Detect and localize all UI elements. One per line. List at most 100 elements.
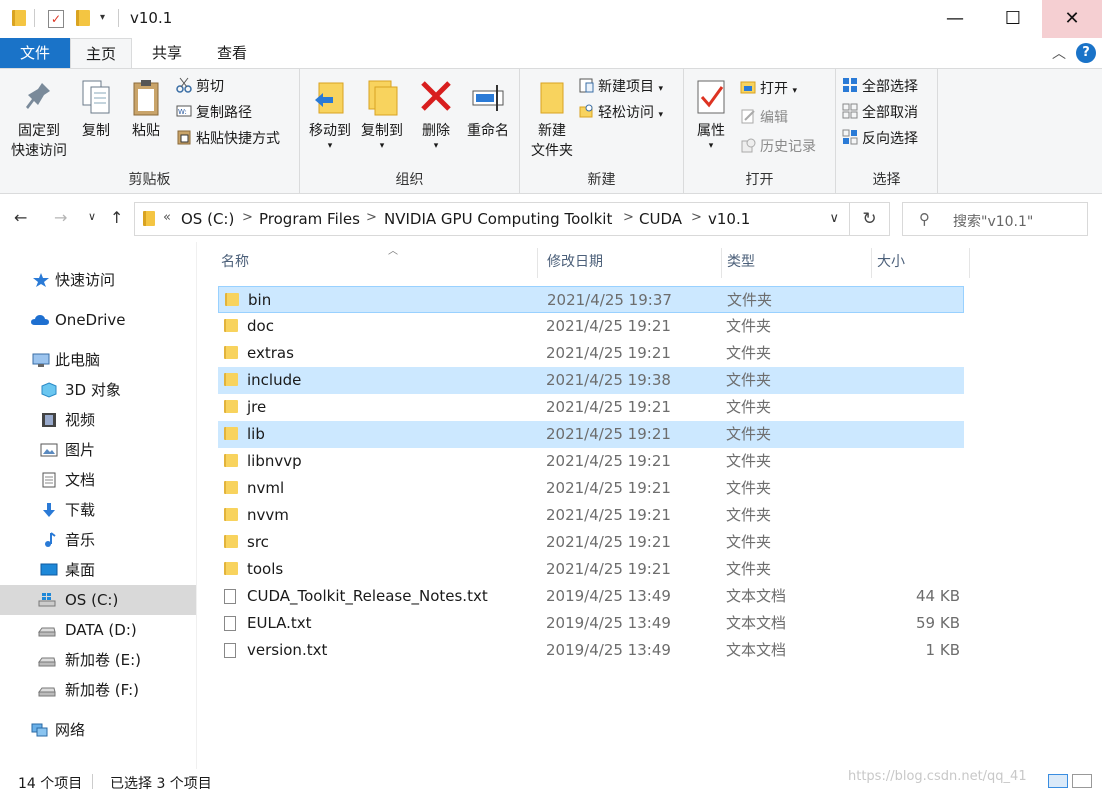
new-folder-button[interactable]: 新建 文件夹 [524,77,580,161]
move-to-button[interactable]: 移动到 ▾ [304,77,356,151]
file-row[interactable]: CUDA_Toolkit_Release_Notes.txt 2019/4/25 … [218,583,964,610]
close-button[interactable]: ✕ [1042,0,1102,38]
refresh-icon[interactable]: ↻ [850,202,890,236]
sidebar-item-music[interactable]: 音乐 [0,525,196,555]
new-group-label: 新建 [587,172,616,188]
back-arrow-icon[interactable]: ← [14,208,27,227]
breadcrumb-separator[interactable]: > [242,210,253,225]
tab-view[interactable]: 查看 [200,38,264,68]
address-history-chevron-icon[interactable]: ∨ [829,211,839,226]
minimize-button[interactable]: — [926,0,984,38]
item-count: 14 个项目 [18,776,83,792]
up-arrow-icon[interactable]: ↑ [110,208,123,227]
delete-label: 删除 [422,123,450,139]
select-none-button[interactable]: 全部取消 [842,101,918,125]
tab-share[interactable]: 共享 [136,38,198,68]
cut-button[interactable]: 剪切 [176,75,224,99]
forward-arrow-icon[interactable]: → [54,208,67,227]
search-input[interactable]: ⚲ 搜索"v10.1" [902,202,1088,236]
file-type: 文件夹 [726,398,772,416]
new-item-dropdown-icon: ▾ [658,84,663,94]
copy-button[interactable]: 复制 [76,77,116,141]
drive-icon [38,657,56,667]
picture-icon [40,443,58,457]
file-row[interactable]: extras 2021/4/25 19:21 文件夹 [218,340,964,367]
paste-shortcut-button[interactable]: 粘贴快捷方式 [176,127,280,151]
sidebar-item-network[interactable]: 网络 [0,715,196,745]
breadcrumb-os-c[interactable]: OS (C:) [181,210,234,228]
properties-button[interactable]: 属性 ▾ [690,77,732,151]
edit-button[interactable]: 编辑 [740,106,788,130]
sidebar-item-volume-e[interactable]: 新加卷 (E:) [0,645,196,675]
invert-selection-button[interactable]: 反向选择 [842,127,918,151]
large-icons-view-icon[interactable] [1072,774,1092,788]
tab-home[interactable]: 主页 [70,38,132,68]
sidebar-item-this-pc[interactable]: 此电脑 [0,345,196,375]
breadcrumb-separator[interactable]: > [366,210,377,225]
sidebar-item-os-c[interactable]: OS (C:) [0,585,196,615]
file-row[interactable]: include 2021/4/25 19:38 文件夹 [218,367,964,394]
sidebar-item-pictures[interactable]: 图片 [0,435,196,465]
organize-group: 移动到 ▾ 复制到 ▾ 删除 ▾ 重命名 组织 [300,69,520,193]
file-row[interactable]: EULA.txt 2019/4/25 13:49 文本文档 59 KB [218,610,964,637]
properties-quick-access-icon[interactable]: ✓ [48,10,64,28]
file-row[interactable]: bin 2021/4/25 19:37 文件夹 [218,286,964,313]
column-header-name[interactable]: 名称 [216,248,538,278]
file-row[interactable]: version.txt 2019/4/25 13:49 文本文档 1 KB [218,637,964,664]
address-overflow-chevron[interactable]: « [163,210,171,225]
rename-button[interactable]: 重命名 [460,77,516,141]
breadcrumb-program-files[interactable]: Program Files [259,210,360,228]
sidebar-item-downloads[interactable]: 下载 [0,495,196,525]
sidebar-item-onedrive[interactable]: OneDrive [0,305,196,335]
copy-path-button[interactable]: W: 复制路径 [176,101,252,125]
help-icon[interactable]: ? [1076,43,1096,63]
breadcrumb-nvidia-gpu-computing-toolkit[interactable]: NVIDIA GPU Computing Toolkit [384,210,612,228]
breadcrumb-separator[interactable]: > [623,210,634,225]
sidebar-item-3d-objects[interactable]: 3D 对象 [0,375,196,405]
address-bar[interactable]: « OS (C:) > Program Files > NVIDIA GPU C… [134,202,850,236]
column-header-date-modified[interactable]: 修改日期 [542,248,722,278]
delete-button[interactable]: 删除 ▾ [416,77,456,151]
sidebar-item-volume-f[interactable]: 新加卷 (F:) [0,675,196,705]
copy-to-button[interactable]: 复制到 ▾ [356,77,408,151]
collapse-ribbon-chevron-icon[interactable]: ︿ [1052,43,1066,63]
file-row[interactable]: nvml 2021/4/25 19:21 文件夹 [218,475,964,502]
file-row[interactable]: src 2021/4/25 19:21 文件夹 [218,529,964,556]
divider [118,9,119,27]
move-to-dropdown-icon: ▾ [327,141,333,151]
paste-button[interactable]: 粘贴 [124,77,168,141]
easy-access-button[interactable]: 轻松访问 ▾ [578,101,663,125]
sidebar-label: 3D 对象 [65,381,121,399]
file-row[interactable]: jre 2021/4/25 19:21 文件夹 [218,394,964,421]
file-row[interactable]: doc 2021/4/25 19:21 文件夹 [218,313,964,340]
file-row[interactable]: lib 2021/4/25 19:21 文件夹 [218,421,964,448]
breadcrumb-separator[interactable]: > [691,210,702,225]
file-row[interactable]: tools 2021/4/25 19:21 文件夹 [218,556,964,583]
details-view-icon[interactable] [1048,774,1068,788]
new-folder-quick-access-icon[interactable] [76,10,90,26]
file-row[interactable]: libnvvp 2021/4/25 19:21 文件夹 [218,448,964,475]
maximize-button[interactable]: ☐ [984,0,1042,38]
file-row[interactable]: nvvm 2021/4/25 19:21 文件夹 [218,502,964,529]
history-button[interactable]: 历史记录 [740,135,816,159]
customize-quick-access-dropdown-icon[interactable]: ▾ [100,12,105,23]
sidebar-item-videos[interactable]: 视频 [0,405,196,435]
sidebar-item-quick-access[interactable]: 快速访问 [0,265,196,295]
column-header-size[interactable]: 大小 [872,248,970,278]
status-bar: 14 个项目 已选择 3 个项目 https://blog.csdn.net/q… [0,769,1102,793]
sidebar-item-documents[interactable]: 文档 [0,465,196,495]
tab-file[interactable]: 文件 [0,38,70,68]
new-item-button[interactable]: 新建项目 ▾ [578,75,663,99]
pin-label-line2: 快速访问 [11,143,67,159]
open-button[interactable]: 打开 ▾ [740,77,797,101]
recent-locations-chevron-icon[interactable]: ∨ [88,210,96,223]
sidebar-label: OneDrive [55,311,126,329]
breadcrumb-cuda[interactable]: CUDA [639,210,682,228]
sidebar-item-data-d[interactable]: DATA (D:) [0,615,196,645]
pin-to-quick-access-button[interactable]: 固定到 快速访问 [6,77,72,161]
sidebar-item-desktop[interactable]: 桌面 [0,555,196,585]
text-file-icon [224,589,236,604]
select-all-button[interactable]: 全部选择 [842,75,918,99]
column-header-type[interactable]: 类型 [722,248,872,278]
breadcrumb-v10-1[interactable]: v10.1 [708,210,750,228]
